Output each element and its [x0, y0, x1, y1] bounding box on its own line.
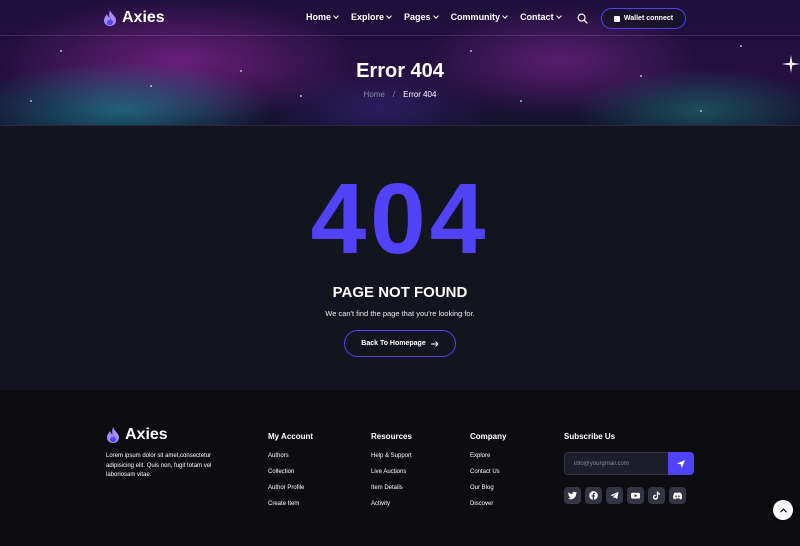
- breadcrumb-separator: /: [392, 90, 396, 99]
- footer-link[interactable]: Our Blog: [470, 485, 506, 501]
- footer-column-title: Company: [470, 432, 507, 441]
- footer-column-title: My Account: [268, 432, 314, 441]
- back-to-homepage-button[interactable]: Back To Homepage: [344, 330, 456, 357]
- social-links: [564, 487, 686, 504]
- star: [30, 100, 32, 102]
- sparkle-icon: [782, 55, 800, 73]
- main-nav: Home Explore Pages Community Contact: [306, 12, 574, 22]
- error-message: We can't find the page that you're looki…: [325, 309, 475, 318]
- header-divider: [0, 35, 800, 36]
- footer-link[interactable]: Activity: [371, 501, 412, 517]
- star: [60, 50, 62, 52]
- back-to-homepage-label: Back To Homepage: [361, 340, 426, 347]
- footer-link[interactable]: Contact Us: [470, 469, 506, 485]
- chevron-down-icon: [502, 12, 508, 19]
- wallet-connect-button[interactable]: Wallet connect: [601, 8, 686, 29]
- youtube-link[interactable]: [627, 487, 644, 504]
- wallet-icon: [613, 15, 620, 22]
- arrow-right-icon: [430, 340, 439, 347]
- telegram-icon: [610, 491, 619, 500]
- brand-name: Axies: [122, 9, 165, 26]
- error-section: 404 PAGE NOT FOUND We can't find the pag…: [0, 127, 800, 390]
- footer-link[interactable]: Help & Support: [371, 453, 412, 469]
- twitter-icon: [568, 491, 577, 500]
- star: [700, 110, 702, 112]
- footer-link[interactable]: Authors: [268, 453, 313, 469]
- chevron-up-icon: [779, 507, 787, 512]
- chevron-down-icon: [555, 12, 562, 19]
- chevron-down-icon: [386, 12, 392, 19]
- footer-link[interactable]: Explore: [470, 453, 506, 469]
- tiktok-link[interactable]: [648, 487, 665, 504]
- nav-item-community[interactable]: Community: [451, 12, 508, 22]
- nav-label: Home: [306, 12, 332, 22]
- subscribe-email-input[interactable]: [564, 452, 670, 475]
- nav-item-contact[interactable]: Contact: [520, 12, 562, 22]
- footer-brand-name: Axies: [125, 426, 168, 443]
- flame-icon: [107, 427, 119, 443]
- youtube-icon: [631, 492, 640, 499]
- footer-link[interactable]: Create Item: [268, 501, 313, 517]
- header-logo[interactable]: Axies: [103, 9, 165, 27]
- scroll-to-top-button[interactable]: [773, 500, 793, 520]
- tiktok-icon: [652, 491, 661, 500]
- star: [740, 45, 742, 47]
- discord-icon: [673, 492, 682, 500]
- facebook-icon: [589, 491, 598, 500]
- footer-logo[interactable]: Axies: [106, 426, 168, 444]
- footer-column-my-account: My Account Authors Collection Author Pro…: [268, 432, 313, 517]
- footer-link[interactable]: Discover: [470, 501, 506, 517]
- star: [150, 85, 152, 87]
- nav-label: Explore: [351, 12, 385, 22]
- footer-column-resources: Resources Help & Support Live Auctions I…: [371, 432, 412, 517]
- star: [520, 100, 522, 102]
- nav-label: Community: [450, 12, 501, 22]
- page-hero: Axies Home Explore Pages Community Conta…: [0, 0, 800, 126]
- nav-item-home[interactable]: Home: [306, 12, 339, 22]
- facebook-link[interactable]: [585, 487, 602, 504]
- footer-link[interactable]: Author Profile: [268, 485, 313, 501]
- search-icon[interactable]: [577, 13, 588, 24]
- chevron-down-icon: [333, 12, 339, 19]
- footer-column-company: Company Explore Contact Us Our Blog Disc…: [470, 432, 506, 517]
- flame-icon: [104, 10, 116, 26]
- telegram-link[interactable]: [606, 487, 623, 504]
- breadcrumb-current: Error 404: [403, 90, 437, 99]
- footer-link[interactable]: Item Details: [371, 485, 412, 501]
- nav-item-pages[interactable]: Pages: [404, 12, 439, 22]
- footer-link[interactable]: Live Auctions: [371, 469, 412, 485]
- star: [470, 50, 472, 52]
- site-footer: Axies Lorem ipsum dolor sit amet,consect…: [0, 390, 800, 546]
- twitter-link[interactable]: [564, 487, 581, 504]
- page-title: Error 404: [356, 60, 444, 82]
- error-heading: PAGE NOT FOUND: [332, 284, 468, 301]
- nav-label: Pages: [404, 12, 431, 22]
- footer-column-title: Resources: [371, 432, 412, 441]
- footer-link[interactable]: Collection: [268, 469, 313, 485]
- breadcrumb-home-link[interactable]: Home: [364, 90, 385, 99]
- chevron-down-icon: [432, 12, 439, 19]
- send-icon: [677, 459, 685, 468]
- error-code: 404: [310, 163, 490, 275]
- subscribe-submit-button[interactable]: [668, 452, 694, 475]
- wallet-connect-label: Wallet connect: [623, 15, 674, 22]
- nav-label: Contact: [520, 12, 554, 22]
- nav-item-explore[interactable]: Explore: [351, 12, 392, 22]
- discord-link[interactable]: [669, 487, 686, 504]
- subscribe-title: Subscribe Us: [564, 432, 616, 441]
- breadcrumb: Home / Error 404: [0, 90, 800, 99]
- footer-description: Lorem ipsum dolor sit amet,consectetur a…: [106, 453, 212, 478]
